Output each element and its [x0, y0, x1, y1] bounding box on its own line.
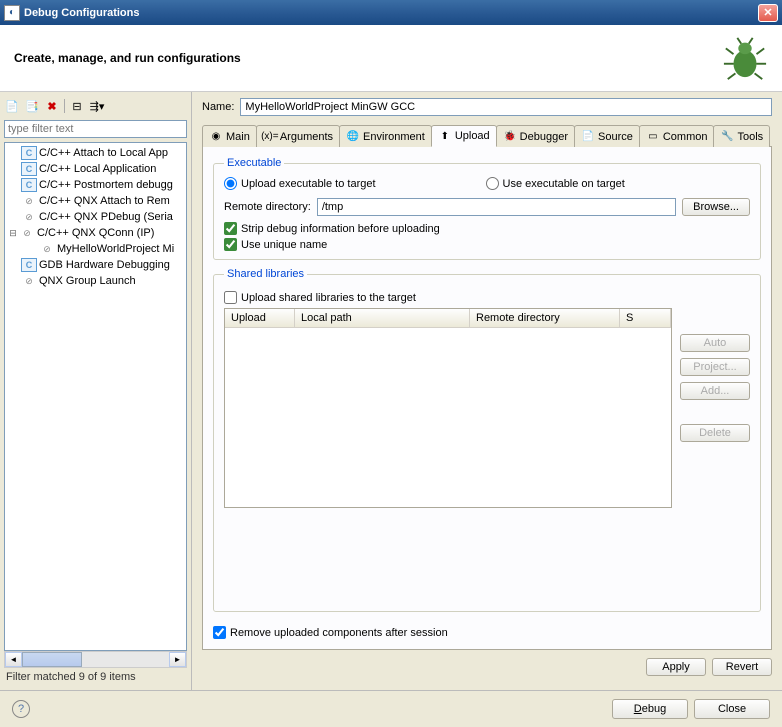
unique-checkbox[interactable] [224, 238, 237, 251]
tree-item[interactable]: ⊘C/C++ QNX PDebug (Seria [5, 209, 186, 225]
debug-button[interactable]: Debug [612, 699, 688, 719]
tab-upload[interactable]: ⬆Upload [431, 125, 497, 147]
close-icon[interactable]: ✕ [758, 4, 778, 22]
tree-item[interactable]: ⊘C/C++ QNX Attach to Rem [5, 193, 186, 209]
shared-legend: Shared libraries [224, 268, 307, 280]
unique-label: Use unique name [241, 239, 327, 251]
new-config-icon[interactable]: 📄 [4, 98, 20, 114]
tab-debugger[interactable]: 🐞Debugger [496, 125, 575, 147]
name-input[interactable] [240, 98, 772, 116]
radio-upload-executable[interactable]: Upload executable to target [224, 177, 376, 190]
filter-icon[interactable]: ⇶▾ [89, 98, 105, 114]
shared-libraries-group: Shared libraries Upload shared libraries… [213, 268, 761, 612]
tab-content: Executable Upload executable to target U… [202, 147, 772, 650]
tab-main[interactable]: ◉Main [202, 125, 257, 147]
tab-bar: ◉Main (x)=Arguments 🌐Environment ⬆Upload… [202, 124, 772, 147]
collapse-icon[interactable]: ⊟ [69, 98, 85, 114]
horizontal-scrollbar[interactable]: ◄ ► [4, 651, 187, 668]
duplicate-icon[interactable]: 📑 [24, 98, 40, 114]
upload-shared-checkbox[interactable] [224, 291, 237, 304]
filter-input[interactable] [4, 120, 187, 138]
dialog-footer: ? Debug Close [0, 690, 782, 727]
scroll-thumb[interactable] [22, 652, 82, 667]
separator [64, 99, 65, 113]
remote-dir-input[interactable] [317, 198, 676, 216]
scroll-right-icon[interactable]: ► [169, 652, 186, 667]
apply-button[interactable]: Apply [646, 658, 706, 676]
right-panel: Name: ◉Main (x)=Arguments 🌐Environment ⬆… [192, 92, 782, 690]
title-bar: ◐ Debug Configurations ✕ [0, 0, 782, 25]
tab-source[interactable]: 📄Source [574, 125, 640, 147]
browse-button[interactable]: Browse... [682, 198, 750, 216]
executable-group: Executable Upload executable to target U… [213, 157, 761, 260]
tab-tools[interactable]: 🔧Tools [713, 125, 770, 147]
upload-shared-label: Upload shared libraries to the target [241, 292, 416, 304]
tree-item[interactable]: CC/C++ Attach to Local App [5, 145, 186, 161]
shared-table[interactable]: Upload Local path Remote directory S [224, 308, 672, 508]
name-label: Name: [202, 101, 234, 113]
delete-button[interactable]: Delete [680, 424, 750, 442]
tab-arguments[interactable]: (x)=Arguments [256, 125, 340, 147]
remote-dir-label: Remote directory: [224, 201, 311, 213]
tree-item[interactable]: CC/C++ Local Application [5, 161, 186, 177]
project-button[interactable]: Project... [680, 358, 750, 376]
dialog-header: Create, manage, and run configurations [0, 25, 782, 92]
filter-status: Filter matched 9 of 9 items [4, 668, 187, 686]
bug-icon [722, 35, 768, 81]
app-icon: ◐ [4, 5, 20, 21]
tab-common[interactable]: ▭Common [639, 125, 715, 147]
radio-use-executable[interactable]: Use executable on target [486, 177, 625, 190]
remove-after-label: Remove uploaded components after session [230, 627, 448, 639]
executable-legend: Executable [224, 157, 284, 169]
auto-button[interactable]: Auto [680, 334, 750, 352]
config-toolbar: 📄 📑 ✖ ⊟ ⇶▾ [4, 96, 187, 120]
tree-item[interactable]: ⊘QNX Group Launch [5, 273, 186, 289]
tab-environment[interactable]: 🌐Environment [339, 125, 432, 147]
strip-checkbox[interactable] [224, 222, 237, 235]
col-upload[interactable]: Upload [225, 309, 295, 327]
tree-item[interactable]: ⊘MyHelloWorldProject Mi [5, 241, 186, 257]
delete-icon[interactable]: ✖ [44, 98, 60, 114]
help-icon[interactable]: ? [12, 700, 30, 718]
col-s[interactable]: S [620, 309, 671, 327]
scroll-left-icon[interactable]: ◄ [5, 652, 22, 667]
revert-button[interactable]: Revert [712, 658, 772, 676]
config-tree[interactable]: CC/C++ Attach to Local App CC/C++ Local … [4, 142, 187, 651]
left-panel: 📄 📑 ✖ ⊟ ⇶▾ CC/C++ Attach to Local App CC… [0, 92, 192, 690]
tree-item[interactable]: CGDB Hardware Debugging [5, 257, 186, 273]
window-title: Debug Configurations [24, 7, 758, 19]
close-button[interactable]: Close [694, 699, 770, 719]
col-remote[interactable]: Remote directory [470, 309, 620, 327]
tree-item[interactable]: ⊟⊘C/C++ QNX QConn (IP) [5, 225, 186, 241]
table-header: Upload Local path Remote directory S [225, 309, 671, 328]
add-button[interactable]: Add... [680, 382, 750, 400]
tree-item[interactable]: CC/C++ Postmortem debugg [5, 177, 186, 193]
col-local[interactable]: Local path [295, 309, 470, 327]
header-title: Create, manage, and run configurations [14, 51, 722, 65]
collapse-toggle-icon[interactable]: ⊟ [7, 228, 19, 239]
remove-after-checkbox[interactable] [213, 626, 226, 639]
strip-label: Strip debug information before uploading [241, 223, 440, 235]
